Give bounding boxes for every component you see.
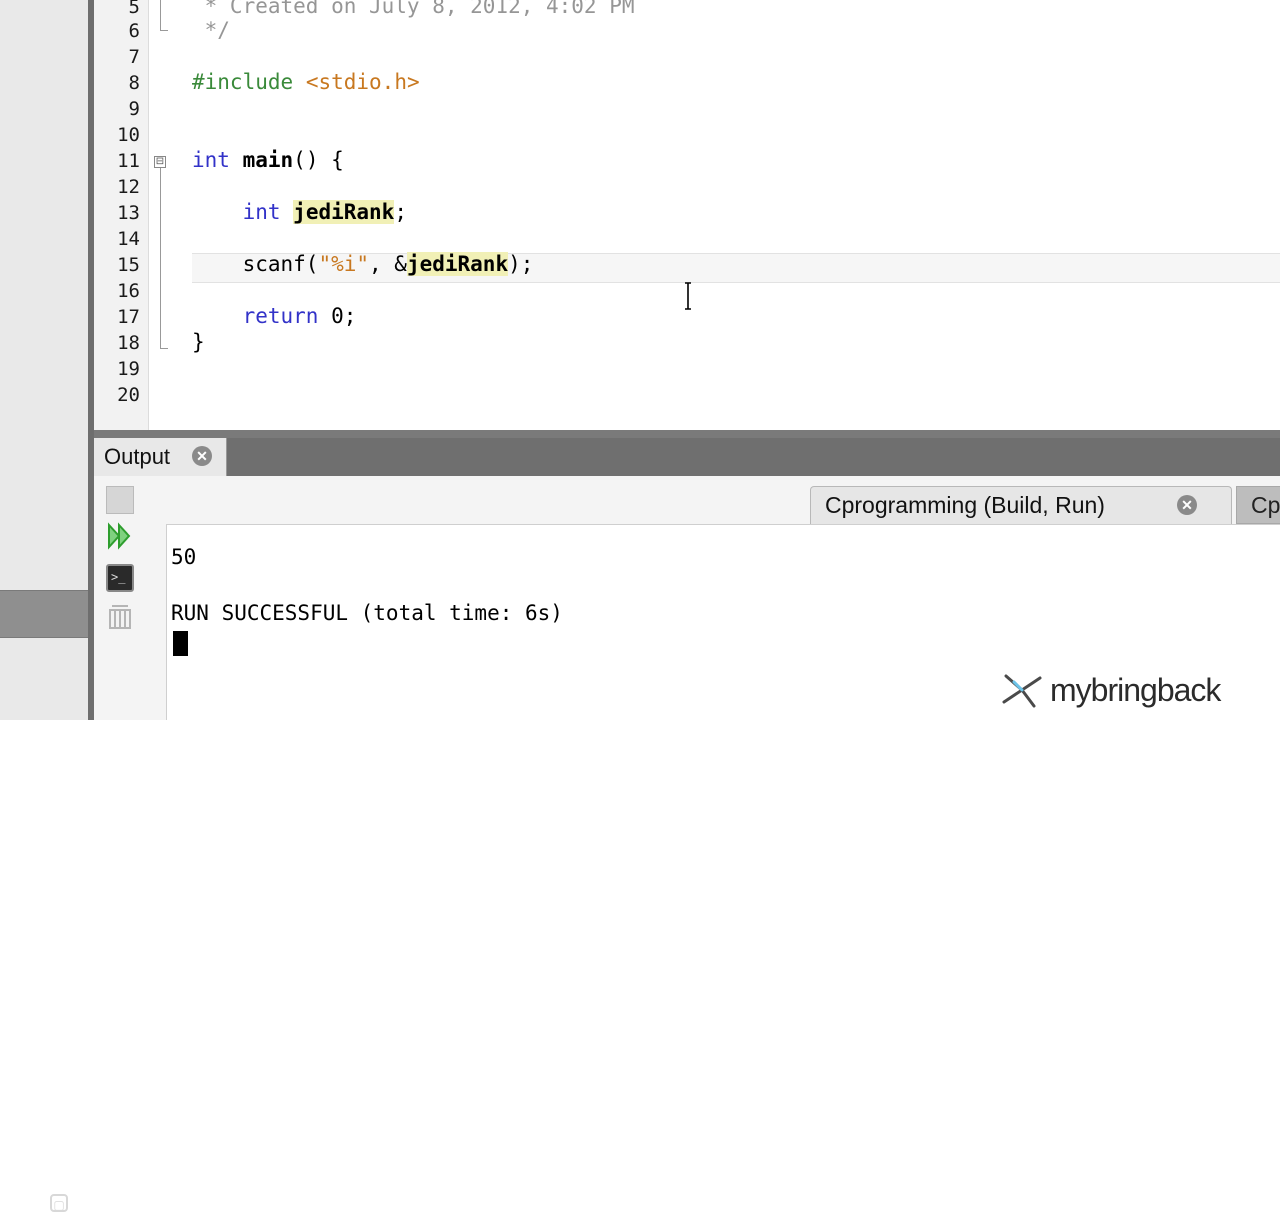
line-number: 15 bbox=[117, 254, 140, 276]
tab-build-run-label: Cprogramming (Build, Run) bbox=[825, 492, 1105, 518]
panel-splitter[interactable] bbox=[94, 430, 1280, 438]
tab-output-label: Output bbox=[104, 444, 171, 469]
text-cursor-icon bbox=[685, 282, 691, 310]
code-punct: ); bbox=[508, 252, 534, 276]
left-side-panel: ▢ bbox=[0, 0, 88, 1212]
logo-icon bbox=[1002, 674, 1042, 708]
left-panel-header: ▢ bbox=[0, 590, 88, 1212]
line-number: 20 bbox=[117, 384, 140, 406]
code-punct: , & bbox=[369, 252, 407, 276]
line-number: 19 bbox=[117, 358, 140, 380]
code-comment: * Created on July 8, 2012, 4:02 PM bbox=[192, 0, 635, 18]
console-line: RUN SUCCESSFUL (total time: 6s) bbox=[171, 601, 563, 625]
tab-secondary[interactable]: Cp bbox=[1236, 486, 1280, 524]
line-number: 6 bbox=[128, 20, 140, 42]
line-number: 7 bbox=[128, 46, 140, 68]
include-header: <stdio.h> bbox=[305, 70, 420, 94]
preprocessor-directive: #include bbox=[192, 70, 294, 94]
fold-guide bbox=[160, 168, 161, 348]
line-number: 18 bbox=[117, 332, 140, 354]
tab-output[interactable]: Output ✕ bbox=[94, 438, 227, 476]
line-number: 5 bbox=[128, 0, 140, 18]
line-number: 16 bbox=[117, 280, 140, 302]
tab-build-run[interactable]: Cprogramming (Build, Run) ✕ bbox=[810, 486, 1232, 524]
code-comment: */ bbox=[192, 18, 230, 42]
collapse-fold-icon[interactable]: ⊟ bbox=[154, 156, 166, 168]
code-editor[interactable]: 5 6 7 8 9 10 11 12 13 14 15 16 17 18 19 … bbox=[94, 0, 1280, 430]
keyword-return: return bbox=[242, 304, 319, 328]
format-string: "%i" bbox=[318, 252, 370, 276]
line-number: 12 bbox=[117, 176, 140, 198]
return-value: 0; bbox=[318, 304, 357, 328]
code-line-include: #include <stdio.h> bbox=[192, 70, 420, 94]
line-number: 10 bbox=[117, 124, 140, 146]
function-call: scanf( bbox=[242, 252, 319, 276]
tab-secondary-label: Cp bbox=[1251, 492, 1280, 518]
console-line: 50 bbox=[171, 545, 197, 569]
close-icon[interactable]: ✕ bbox=[1177, 495, 1197, 515]
fold-guide-end bbox=[160, 348, 168, 349]
line-number: 8 bbox=[128, 72, 140, 94]
close-icon[interactable]: ✕ bbox=[192, 446, 212, 466]
code-line-main: int main() { bbox=[192, 148, 344, 172]
output-subtabs: Cprogramming (Build, Run) ✕ Cp bbox=[166, 476, 1280, 524]
code-punct: () { bbox=[293, 148, 344, 172]
code-close-brace: } bbox=[192, 330, 205, 354]
code-line-return: return 0; bbox=[192, 304, 357, 328]
bottom-panel-tabbar: Output ✕ bbox=[94, 438, 1280, 476]
keyword-int: int bbox=[192, 148, 230, 172]
code-line-scanf: scanf("%i", &jediRank); bbox=[192, 252, 533, 276]
fold-guide bbox=[160, 0, 161, 30]
code-punct: ; bbox=[394, 200, 407, 224]
output-toolbar: >_ bbox=[94, 476, 166, 720]
line-number: 17 bbox=[117, 306, 140, 328]
variable-jedirank: jediRank bbox=[406, 252, 509, 276]
console-caret bbox=[173, 631, 188, 656]
terminal-icon[interactable]: >_ bbox=[106, 564, 134, 592]
line-number: 11 bbox=[117, 150, 140, 172]
line-number: 13 bbox=[117, 202, 140, 224]
brand-name: mybringback bbox=[1050, 672, 1221, 708]
fold-guide-end bbox=[160, 30, 168, 31]
stop-icon[interactable] bbox=[106, 486, 134, 514]
minimize-panel-icon[interactable]: ▢ bbox=[50, 1194, 68, 1212]
line-number: 9 bbox=[128, 98, 140, 120]
keyword-int: int bbox=[242, 200, 281, 224]
rerun-icon[interactable] bbox=[106, 522, 134, 550]
code-line-declaration: int jediRank; bbox=[192, 200, 407, 224]
settings-icon[interactable] bbox=[106, 604, 134, 632]
brand-watermark: mybringback bbox=[1000, 672, 1270, 708]
line-number-gutter: 5 6 7 8 9 10 11 12 13 14 15 16 17 18 19 … bbox=[94, 0, 149, 430]
function-name: main bbox=[242, 148, 294, 172]
line-number: 14 bbox=[117, 228, 140, 250]
variable-jedirank: jediRank bbox=[293, 200, 395, 224]
